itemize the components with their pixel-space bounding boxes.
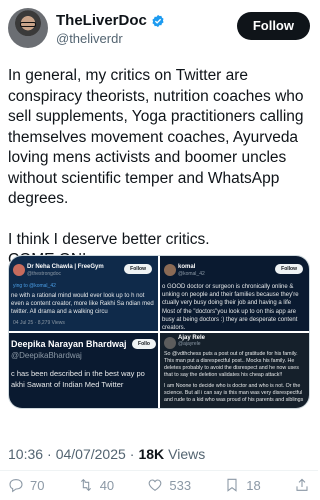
display-name[interactable]: TheLiverDoc	[56, 12, 147, 29]
tile-text: So @vdthchess puts a post out of gratitu…	[164, 351, 299, 378]
image-tile-4[interactable]: Ajay Rele @ajayrele So @vdthchess puts a…	[160, 333, 309, 408]
image-tile-1[interactable]: Dr Neha Chawla | FreeGym @thestrongdoc F…	[9, 256, 158, 331]
heart-icon	[149, 479, 162, 491]
bookmark-button[interactable]: 18	[224, 477, 261, 493]
image-tile-3[interactable]: Deepika Narayan Bhardwaj @DeepikaBhardwa…	[9, 333, 158, 408]
share-icon	[296, 478, 308, 491]
tile-avatar	[164, 337, 176, 349]
tile-avatar	[164, 264, 176, 276]
tile-avatar	[13, 264, 25, 276]
tile-follow: Follow	[124, 264, 152, 274]
views-label: Views	[168, 446, 206, 462]
tile-handle: @DeepikaBhardwaj	[11, 351, 82, 360]
avatar[interactable]	[8, 8, 48, 48]
separator: ·	[129, 446, 135, 462]
post-time[interactable]: 10:36	[8, 446, 43, 462]
verified-badge-icon	[152, 14, 164, 27]
tile-name: komal	[178, 264, 196, 270]
image-grid: Dr Neha Chawla | FreeGym @thestrongdoc F…	[8, 255, 310, 409]
tile-text: o GOOD doctor or surgeon is chronically …	[162, 284, 299, 306]
tile-text: ne with a rational mind would ever look …	[11, 293, 154, 315]
repost-icon	[80, 478, 91, 492]
tile-follow: Follo	[132, 339, 156, 349]
separator: ·	[47, 446, 52, 462]
divider	[0, 470, 318, 471]
reply-count: 70	[30, 477, 45, 493]
views-count: 18K	[138, 446, 165, 462]
tile-name: Dr Neha Chawla | FreeGym	[27, 264, 104, 270]
tile-text-2: I am Noone to decide who is doctor and w…	[164, 383, 304, 403]
post-header: TheLiverDoc @theliverdr Follow	[8, 8, 310, 48]
tile-follow: Follow	[275, 264, 303, 274]
bookmark-icon	[227, 478, 237, 492]
share-button[interactable]	[294, 477, 310, 493]
timestamp-line: 10:36 · 04/07/2025 · 18K Views	[8, 446, 205, 462]
tile-text-2: Most of the "doctors"you look up to on t…	[162, 309, 298, 331]
tile-line-1: c has been described in the best way po	[11, 369, 145, 378]
tile-handle: @ajayrele	[178, 341, 201, 347]
tile-handle: @thestrongdoc	[27, 271, 61, 277]
tile-reply-to: ying to @komal_42	[13, 283, 56, 289]
tile-handle: @komal_42	[178, 271, 205, 277]
follow-button[interactable]: Follow	[236, 12, 310, 40]
tile-name: Deepika Narayan Bhardwaj	[11, 339, 127, 349]
action-bar: 70 40 533 18	[8, 474, 310, 496]
reply-icon	[9, 479, 23, 493]
reply-button[interactable]: 70	[8, 477, 44, 493]
post-date[interactable]: 04/07/2025	[56, 446, 126, 462]
tile-line-2: akhi Sawant of Indian Med Twitter	[11, 380, 124, 389]
like-count: 533	[169, 477, 192, 493]
image-tile-2[interactable]: komal @komal_42 Follow o GOOD doctor or …	[160, 256, 309, 331]
post-paragraph-1: In general, my critics on Twitter are co…	[8, 67, 304, 207]
user-handle[interactable]: @theliverdr	[56, 31, 123, 46]
repost-count: 40	[99, 477, 115, 493]
name-line: TheLiverDoc	[56, 12, 165, 29]
bookmark-count: 18	[246, 477, 261, 493]
tile-meta: 04 Jul 25 · 8,279 Views	[13, 320, 65, 326]
repost-button[interactable]: 40	[78, 477, 114, 493]
like-button[interactable]: 533	[147, 477, 191, 493]
avatar-glasses	[20, 22, 36, 27]
